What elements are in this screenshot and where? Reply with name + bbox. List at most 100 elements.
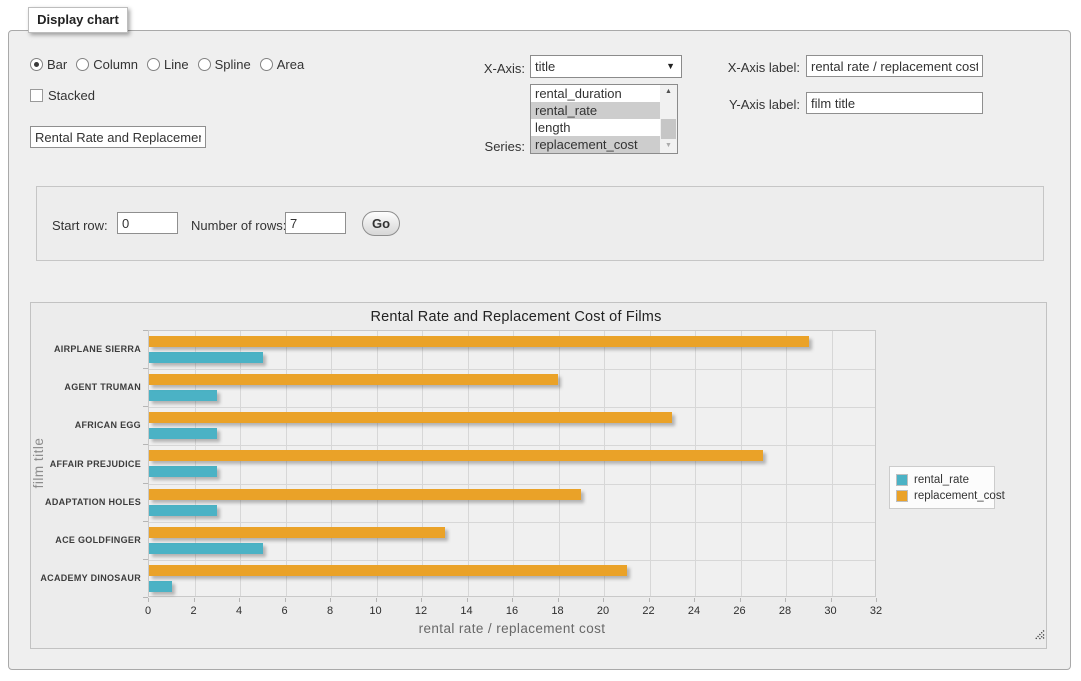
chart-title-input[interactable]	[30, 126, 206, 148]
chart-type-column[interactable]: Column	[76, 57, 138, 72]
x-tick-label: 16	[492, 605, 532, 617]
x-axis-title: rental rate / replacement cost	[148, 621, 876, 636]
radio-icon[interactable]	[260, 58, 273, 71]
xaxis-selected-value: title	[535, 59, 555, 74]
grid-line-vertical	[377, 331, 378, 596]
plot-area	[148, 330, 876, 597]
chart-type-bar[interactable]: Bar	[30, 57, 67, 72]
scrollbar[interactable]: ▲ ▼	[660, 85, 677, 153]
y-tick-mark	[143, 483, 148, 484]
grid-line-horizontal	[149, 522, 875, 523]
chart-type-label: Line	[164, 57, 189, 72]
y-tick-mark	[143, 330, 148, 331]
x-tick-label: 22	[629, 605, 669, 617]
x-tick-mark	[694, 598, 695, 602]
chart-type-area[interactable]: Area	[260, 57, 304, 72]
x-tick-label: 14	[447, 605, 487, 617]
x-tick-mark	[421, 598, 422, 602]
legend-swatch-rental_rate	[896, 474, 908, 486]
bar-replacement_cost	[149, 527, 445, 538]
grid-line-vertical	[422, 331, 423, 596]
grid-line-vertical	[604, 331, 605, 596]
legend-label: replacement_cost	[914, 490, 1005, 502]
x-tick-mark	[558, 598, 559, 602]
legend-swatch-replacement_cost	[896, 490, 908, 502]
scroll-up-icon[interactable]: ▲	[660, 85, 677, 99]
bar-rental_rate	[149, 466, 217, 477]
grid-line-vertical	[832, 331, 833, 596]
x-tick-label: 0	[128, 605, 168, 617]
series-option-length[interactable]: length	[531, 119, 661, 136]
x-tick-label: 24	[674, 605, 714, 617]
yaxis-label-input[interactable]	[806, 92, 983, 114]
y-tick-label: ADAPTATION HOLES	[31, 497, 141, 507]
num-rows-caption: Number of rows:	[191, 218, 286, 233]
chevron-down-icon: ▼	[666, 56, 675, 77]
series-listbox[interactable]: rental_duration rental_rate length repla…	[530, 84, 678, 154]
y-tick-label: ACE GOLDFINGER	[31, 535, 141, 545]
x-tick-label: 30	[811, 605, 851, 617]
x-tick-label: 4	[219, 605, 259, 617]
chart-legend: rental_ratereplacement_cost	[889, 466, 995, 509]
x-tick-mark	[740, 598, 741, 602]
xaxis-select[interactable]: title ▼	[530, 55, 682, 78]
checkbox-icon[interactable]	[30, 89, 43, 102]
bar-replacement_cost	[149, 565, 627, 576]
stacked-option[interactable]: Stacked	[30, 88, 95, 103]
xaxis-caption: X-Axis:	[420, 61, 525, 76]
bar-rental_rate	[149, 390, 217, 401]
radio-icon[interactable]	[30, 58, 43, 71]
radio-icon[interactable]	[147, 58, 160, 71]
grid-line-horizontal	[149, 560, 875, 561]
y-tick-mark	[143, 444, 148, 445]
legend-item: replacement_cost	[896, 488, 988, 503]
chart-type-spline[interactable]: Spline	[198, 57, 251, 72]
stacked-label: Stacked	[48, 88, 95, 103]
x-tick-label: 12	[401, 605, 441, 617]
x-tick-mark	[467, 598, 468, 602]
grid-line-horizontal	[149, 484, 875, 485]
xaxis-label-caption: X-Axis label:	[688, 60, 800, 75]
x-tick-mark	[831, 598, 832, 602]
yaxis-label-caption: Y-Axis label:	[688, 97, 800, 112]
go-button[interactable]: Go	[362, 211, 400, 236]
series-option-rental-rate[interactable]: rental_rate	[531, 102, 661, 119]
grid-line-horizontal	[149, 445, 875, 446]
chart-type-label: Bar	[47, 57, 67, 72]
bar-rental_rate	[149, 428, 217, 439]
chart-type-line[interactable]: Line	[147, 57, 189, 72]
scrollbar-thumb[interactable]	[661, 119, 676, 141]
bar-replacement_cost	[149, 489, 581, 500]
x-tick-label: 20	[583, 605, 623, 617]
chart-container: Rental Rate and Replacement Cost of Film…	[30, 302, 1047, 649]
x-tick-mark	[148, 598, 149, 602]
x-tick-mark	[603, 598, 604, 602]
grid-line-vertical	[786, 331, 787, 596]
grid-line-vertical	[331, 331, 332, 596]
scroll-down-icon[interactable]: ▼	[660, 139, 677, 153]
resize-handle-icon[interactable]	[1033, 628, 1045, 640]
bar-rental_rate	[149, 352, 263, 363]
grid-line-vertical	[286, 331, 287, 596]
series-option-replacement-cost[interactable]: replacement_cost	[531, 136, 661, 153]
chart-type-radio-group: Bar Column Line Spline Area	[30, 57, 304, 72]
radio-icon[interactable]	[76, 58, 89, 71]
y-tick-label: AFRICAN EGG	[31, 420, 141, 430]
bar-rental_rate	[149, 505, 217, 516]
x-tick-label: 18	[538, 605, 578, 617]
x-tick-mark	[785, 598, 786, 602]
chart-title: Rental Rate and Replacement Cost of Film…	[31, 309, 1001, 325]
xaxis-label-input[interactable]	[806, 55, 983, 77]
x-tick-mark	[512, 598, 513, 602]
x-tick-label: 2	[174, 605, 214, 617]
bar-rental_rate	[149, 543, 263, 554]
start-row-input[interactable]	[117, 212, 178, 234]
num-rows-input[interactable]	[285, 212, 346, 234]
chart-type-label: Column	[93, 57, 138, 72]
x-tick-label: 32	[856, 605, 896, 617]
radio-icon[interactable]	[198, 58, 211, 71]
series-option-rental-duration[interactable]: rental_duration	[531, 85, 661, 102]
y-tick-mark	[143, 368, 148, 369]
grid-line-vertical	[513, 331, 514, 596]
fieldset-legend: Display chart	[28, 7, 128, 33]
